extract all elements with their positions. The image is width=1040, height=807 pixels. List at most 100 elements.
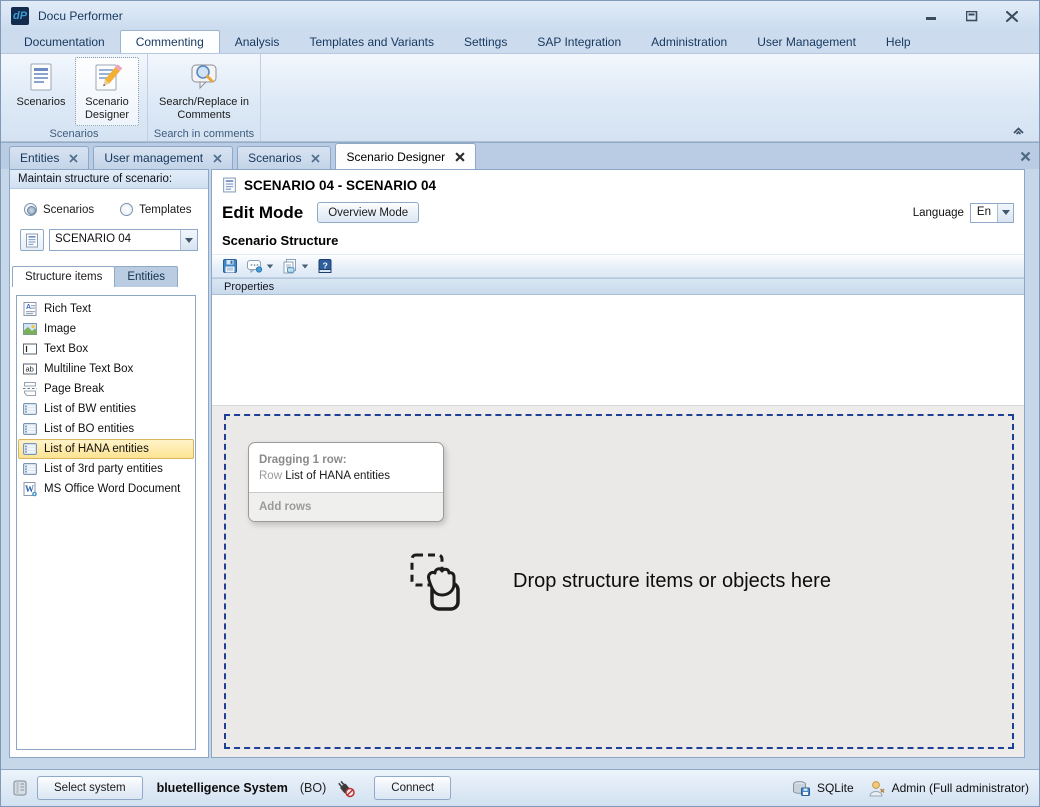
select-system-button[interactable]: Select system bbox=[37, 776, 143, 800]
ribbon-tab-user-management[interactable]: User Management bbox=[742, 31, 871, 53]
list-item-label: Page Break bbox=[44, 383, 104, 395]
scenario-selector-row: SCENARIO 04 bbox=[10, 216, 208, 251]
scenario-document-icon-button[interactable] bbox=[20, 229, 44, 251]
drag-drop-hand-icon bbox=[407, 550, 471, 614]
language-combobox[interactable]: En bbox=[970, 203, 1014, 223]
ribbon-tab-templates-variants[interactable]: Templates and Variants bbox=[294, 31, 449, 53]
ribbon-tab-settings[interactable]: Settings bbox=[449, 31, 522, 53]
scenarios-button[interactable]: Scenarios bbox=[9, 57, 73, 113]
list-item-label: Rich Text bbox=[44, 303, 91, 315]
svg-text:W: W bbox=[25, 484, 34, 494]
doc-tab-scenario-designer[interactable]: Scenario Designer bbox=[335, 143, 476, 169]
svg-text:?: ? bbox=[323, 260, 328, 270]
list-item-text-box[interactable]: Text Box bbox=[18, 339, 194, 359]
copy-dropdown-button[interactable] bbox=[280, 257, 311, 275]
drop-zone[interactable]: Dragging 1 row: Row List of HANA entitie… bbox=[224, 414, 1014, 749]
search-comment-icon bbox=[188, 61, 220, 93]
ribbon-tab-sap-integration[interactable]: SAP Integration bbox=[522, 31, 636, 53]
list-item-list-of-bw-entities[interactable]: List of BW entities bbox=[18, 399, 194, 419]
collapse-ribbon-icon[interactable] bbox=[1012, 126, 1025, 135]
page-break-icon bbox=[22, 381, 38, 397]
list-item-list-of-3rd-party-entities[interactable]: List of 3rd party entities bbox=[18, 459, 194, 479]
comment-dropdown-button[interactable] bbox=[244, 257, 276, 275]
maximize-button[interactable] bbox=[961, 8, 983, 24]
radio-templates-label: Templates bbox=[139, 204, 191, 216]
svg-text:A: A bbox=[26, 304, 31, 311]
tab-structure-items[interactable]: Structure items bbox=[12, 266, 115, 287]
tab-close-icon[interactable] bbox=[69, 154, 78, 163]
user-label: Admin (Full administrator) bbox=[892, 781, 1029, 795]
tab-close-icon[interactable] bbox=[455, 152, 465, 162]
minimize-button[interactable] bbox=[921, 8, 943, 24]
doc-tab-entities[interactable]: Entities bbox=[9, 146, 89, 169]
entity-list-icon bbox=[22, 441, 38, 457]
list-item-page-break[interactable]: Page Break bbox=[18, 379, 194, 399]
tab-entities[interactable]: Entities bbox=[114, 266, 178, 287]
list-item-label: List of HANA entities bbox=[44, 443, 149, 455]
radio-scenarios[interactable]: Scenarios bbox=[24, 203, 94, 216]
doc-tab-scenarios-label: Scenarios bbox=[248, 151, 301, 165]
title-bar: dP Docu Performer bbox=[1, 1, 1039, 31]
connect-button[interactable]: Connect bbox=[374, 776, 451, 800]
language-combobox-arrow[interactable] bbox=[997, 204, 1013, 222]
scenario-designer-button[interactable]: Scenario Designer bbox=[75, 57, 139, 126]
ribbon-tab-documentation[interactable]: Documentation bbox=[9, 31, 120, 53]
ribbon: Scenarios bbox=[1, 54, 1039, 142]
list-item-multiline-text-box[interactable]: ab Multiline Text Box bbox=[18, 359, 194, 379]
list-item-label: Image bbox=[44, 323, 76, 335]
list-item-label: List of 3rd party entities bbox=[44, 463, 163, 475]
dropdown-arrow-icon bbox=[302, 264, 308, 268]
ribbon-tab-help[interactable]: Help bbox=[871, 31, 926, 53]
comment-icon bbox=[246, 258, 263, 274]
list-item-list-of-hana-entities[interactable]: List of HANA entities bbox=[18, 439, 194, 459]
close-button[interactable] bbox=[1001, 8, 1023, 24]
document-tab-strip: Entities User management Scenarios Scena… bbox=[1, 142, 1039, 169]
tabstrip-close-icon[interactable] bbox=[1020, 151, 1031, 162]
scenario-combobox[interactable]: SCENARIO 04 bbox=[49, 229, 198, 251]
scenario-combobox-arrow[interactable] bbox=[180, 230, 197, 250]
ribbon-tab-administration[interactable]: Administration bbox=[636, 31, 742, 53]
entity-list-icon bbox=[22, 401, 38, 417]
copy-page-icon bbox=[282, 258, 298, 274]
word-document-icon: W bbox=[22, 481, 38, 497]
workspace: Maintain structure of scenario: Scenario… bbox=[1, 169, 1039, 771]
ribbon-tab-analysis[interactable]: Analysis bbox=[220, 31, 295, 53]
search-replace-comments-button[interactable]: Search/Replace in Comments bbox=[156, 57, 252, 126]
drop-hint-text: Drop structure items or objects here bbox=[513, 570, 831, 593]
list-item-label: Text Box bbox=[44, 343, 88, 355]
list-item-label: List of BW entities bbox=[44, 403, 136, 415]
system-type: (BO) bbox=[300, 781, 326, 795]
list-item-list-of-bo-entities[interactable]: List of BO entities bbox=[18, 419, 194, 439]
edit-mode-label: Edit Mode bbox=[222, 203, 303, 223]
scenario-structure-sidebar: Maintain structure of scenario: Scenario… bbox=[9, 169, 209, 758]
entity-list-icon bbox=[22, 461, 38, 477]
system-library-icon[interactable] bbox=[11, 779, 29, 797]
scenario-title-icon bbox=[222, 177, 237, 193]
doc-tab-scenario-designer-label: Scenario Designer bbox=[346, 150, 445, 164]
properties-header: Properties bbox=[212, 278, 1024, 295]
save-button[interactable] bbox=[220, 257, 240, 275]
tab-close-icon[interactable] bbox=[213, 154, 222, 163]
list-item-label: MS Office Word Document bbox=[44, 483, 180, 495]
list-item-label: Multiline Text Box bbox=[44, 363, 133, 375]
search-replace-button-label: Search/Replace in Comments bbox=[159, 96, 249, 122]
doc-tab-user-management[interactable]: User management bbox=[93, 146, 233, 169]
ribbon-group-scenarios-label: Scenarios bbox=[1, 126, 147, 142]
radio-templates-circle[interactable] bbox=[120, 203, 133, 216]
doc-tab-scenarios[interactable]: Scenarios bbox=[237, 146, 331, 169]
ribbon-group-search-label: Search in comments bbox=[148, 126, 260, 142]
structure-canvas: Dragging 1 row: Row List of HANA entitie… bbox=[212, 405, 1024, 757]
list-item-image[interactable]: Image bbox=[18, 319, 194, 339]
help-button[interactable]: ? bbox=[315, 257, 335, 275]
tab-close-icon[interactable] bbox=[311, 154, 320, 163]
language-label: Language bbox=[913, 207, 964, 219]
radio-scenarios-circle[interactable] bbox=[24, 203, 37, 216]
system-name: bluetelligence System bbox=[157, 781, 288, 795]
list-item-rich-text[interactable]: A Rich Text bbox=[18, 299, 194, 319]
radio-scenarios-label: Scenarios bbox=[43, 204, 94, 216]
ribbon-tab-commenting[interactable]: Commenting bbox=[120, 30, 220, 53]
overview-mode-button[interactable]: Overview Mode bbox=[317, 202, 419, 223]
language-value: En bbox=[971, 204, 997, 222]
radio-templates[interactable]: Templates bbox=[120, 203, 191, 216]
list-item-ms-office-word-document[interactable]: W MS Office Word Document bbox=[18, 479, 194, 499]
